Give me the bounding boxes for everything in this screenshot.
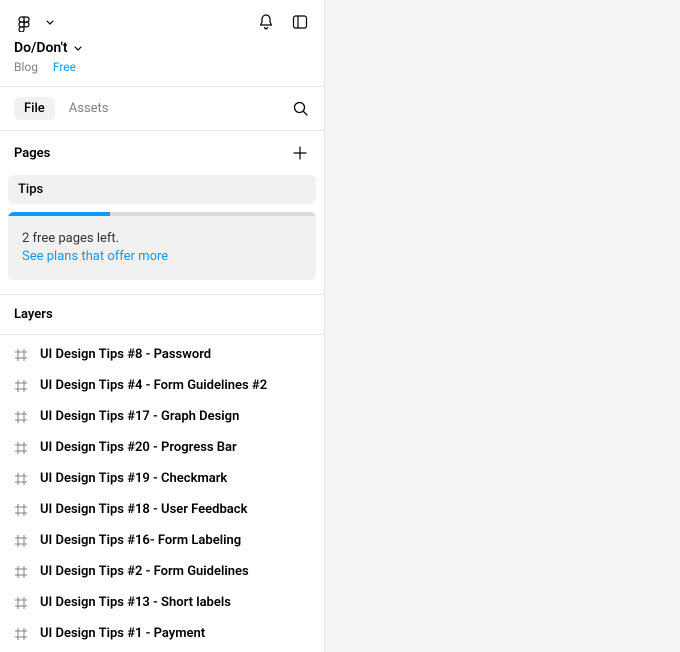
breadcrumb-project[interactable]: Blog — [14, 60, 38, 74]
layer-row[interactable]: UI Design Tips #16- Form Labeling — [0, 525, 324, 556]
frame-icon — [14, 596, 28, 610]
layer-row[interactable]: UI Design Tips #2 - Form Guidelines — [0, 556, 324, 587]
frame-icon — [14, 379, 28, 393]
tab-file[interactable]: File — [14, 97, 55, 120]
layers-list: UI Design Tips #8 - Password UI Design Ti… — [0, 335, 324, 652]
layer-label: UI Design Tips #4 - Form Guidelines #2 — [40, 378, 267, 393]
tabs-row: File Assets — [0, 87, 324, 130]
left-sidebar: Do/Don't Blog Free File Assets Pages — [0, 0, 325, 652]
page-item-tips[interactable]: Tips — [8, 175, 316, 204]
frame-icon — [14, 348, 28, 362]
panel-toggle-icon[interactable] — [290, 12, 310, 32]
canvas-area[interactable] — [325, 0, 680, 652]
layer-label: UI Design Tips #13 - Short labels — [40, 595, 231, 610]
file-title[interactable]: Do/Don't — [14, 40, 68, 56]
frame-icon — [14, 441, 28, 455]
layer-row[interactable]: UI Design Tips #8 - Password — [0, 339, 324, 370]
figma-logo-icon[interactable] — [14, 12, 34, 32]
file-header: Do/Don't Blog Free — [0, 40, 324, 86]
layer-label: UI Design Tips #19 - Checkmark — [40, 471, 227, 486]
top-bar — [0, 0, 324, 40]
chevron-down-icon[interactable] — [74, 46, 82, 51]
layer-row[interactable]: UI Design Tips #17 - Graph Design — [0, 401, 324, 432]
layer-row[interactable]: UI Design Tips #19 - Checkmark — [0, 463, 324, 494]
layer-label: UI Design Tips #20 - Progress Bar — [40, 440, 237, 455]
layers-header-label: Layers — [14, 307, 53, 322]
frame-icon — [14, 472, 28, 486]
breadcrumb-plan-link[interactable]: Free — [53, 60, 76, 74]
quota-link[interactable]: See plans that offer more — [22, 248, 302, 266]
chevron-down-icon[interactable] — [40, 12, 60, 32]
search-icon[interactable] — [290, 99, 310, 119]
frame-icon — [14, 503, 28, 517]
pages-section-header: Pages — [0, 131, 324, 175]
frame-icon — [14, 534, 28, 548]
layer-row[interactable]: UI Design Tips #18 - User Feedback — [0, 494, 324, 525]
layer-label: UI Design Tips #16- Form Labeling — [40, 533, 241, 548]
bell-icon[interactable] — [256, 12, 276, 32]
pages-header-label: Pages — [14, 146, 50, 161]
quota-message: 2 free pages left. — [22, 230, 302, 248]
layer-row[interactable]: UI Design Tips #1 - Payment — [0, 618, 324, 649]
frame-icon — [14, 565, 28, 579]
layer-label: UI Design Tips #17 - Graph Design — [40, 409, 239, 424]
quota-card: 2 free pages left. See plans that offer … — [8, 212, 316, 280]
layer-label: UI Design Tips #18 - User Feedback — [40, 502, 247, 517]
breadcrumb: Blog Free — [14, 60, 310, 74]
frame-icon — [14, 627, 28, 641]
add-page-button[interactable] — [290, 143, 310, 163]
layer-label: UI Design Tips #1 - Payment — [40, 626, 205, 641]
frame-icon — [14, 410, 28, 424]
layer-label: UI Design Tips #2 - Form Guidelines — [40, 564, 249, 579]
layers-section-header: Layers — [0, 295, 324, 334]
tab-assets[interactable]: Assets — [59, 97, 119, 120]
layer-row[interactable]: UI Design Tips #20 - Progress Bar — [0, 432, 324, 463]
quota-bar-fill — [8, 212, 110, 216]
layer-label: UI Design Tips #8 - Password — [40, 347, 211, 362]
layer-row[interactable]: UI Design Tips #4 - Form Guidelines #2 — [0, 370, 324, 401]
layer-row[interactable]: UI Design Tips #13 - Short labels — [0, 587, 324, 618]
quota-bar — [8, 212, 316, 216]
